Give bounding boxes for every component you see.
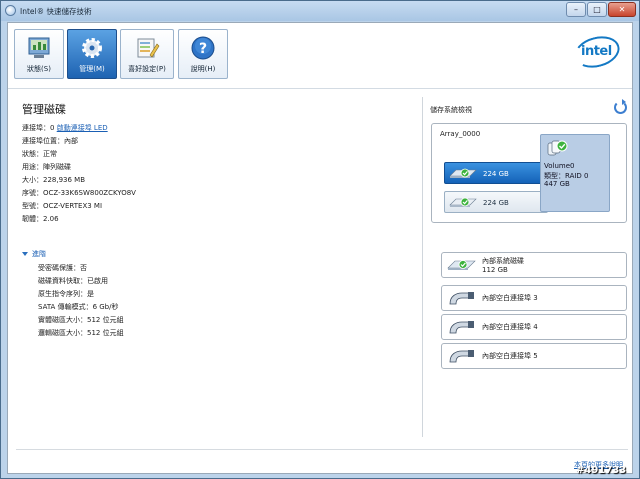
storage-view-panel: 儲存系統檢視 Array_0000 224 GB 224 GB Volume0 …	[428, 97, 628, 437]
property-firmware: 韌體：2.06	[22, 215, 59, 223]
maximize-button[interactable]: □	[587, 2, 607, 17]
tab-help[interactable]: ? 說明(H)	[178, 29, 228, 79]
sata-cable-icon	[449, 292, 474, 305]
collapse-triangle-icon	[22, 252, 28, 256]
app-window: Intel® 快速儲存技術 – □ ✕ 狀態(S) 管理(M) 喜好設定(P) …	[0, 0, 640, 479]
property-status: 狀態：正常	[22, 150, 57, 158]
advanced-sata-mode: SATA 傳輸模式：6 Gb/秒	[38, 303, 119, 311]
refresh-icon[interactable]	[614, 99, 627, 114]
array-disk-selected[interactable]: 224 GB	[444, 162, 548, 184]
tab-help-label: 說明(H)	[190, 65, 216, 73]
window-title: Intel® 快速儲存技術	[20, 7, 92, 16]
property-usage: 用途：陣列磁碟	[22, 163, 71, 171]
advanced-logical-sector: 邏輯磁區大小：512 位元組	[38, 329, 124, 337]
system-disk-item[interactable]: 內部系統磁碟 112 GB	[441, 252, 627, 278]
gear-icon	[82, 38, 102, 58]
array-disk-1-size: 224 GB	[483, 170, 509, 178]
system-disk-size: 112 GB	[482, 266, 508, 274]
disk-ok-icon	[449, 197, 477, 207]
property-serial: 序號：OCZ-33K6SW800ZCKYO8V	[22, 189, 136, 197]
disk-ok-icon	[449, 168, 477, 178]
watermark: #491733	[576, 465, 627, 476]
panel-divider	[422, 97, 423, 437]
volume-card[interactable]: Volume0 類型：RAID 0 447 GB	[540, 134, 610, 212]
port-property: 連接埠：0 啟動連接埠 LED	[22, 123, 108, 133]
system-disk-text: 內部系統磁碟 112 GB	[482, 257, 524, 275]
svg-text:?: ?	[199, 41, 207, 57]
array-disk-2-size: 224 GB	[483, 199, 509, 207]
tab-preferences[interactable]: 喜好設定(P)	[120, 29, 174, 79]
help-icon: ?	[191, 36, 215, 60]
intel-logo: intel	[570, 31, 624, 73]
preferences-icon	[137, 38, 160, 58]
port-label: 連接埠：0	[22, 124, 55, 132]
volume-size: 447 GB	[544, 180, 570, 188]
property-size: 大小：228,936 MB	[22, 176, 86, 184]
tab-status[interactable]: 狀態(S)	[14, 29, 64, 79]
tab-preferences-label: 喜好設定(P)	[128, 65, 166, 73]
volume-ok-icon	[547, 140, 568, 156]
advanced-ncq: 原生指令序列：是	[38, 290, 94, 298]
advanced-physical-sector: 實體磁區大小：512 位元組	[38, 316, 124, 324]
property-location: 連接埠位置：內部	[22, 137, 78, 145]
client-area: 狀態(S) 管理(M) 喜好設定(P) ? 說明(H) intel 管理磁碟 連…	[7, 22, 633, 474]
minimize-button[interactable]: –	[566, 2, 586, 17]
empty-port-4-item[interactable]: 內部空白連接埠 4	[441, 314, 627, 340]
disk-details-panel: 管理磁碟 連接埠：0 啟動連接埠 LED 連接埠位置：內部 狀態：正常 用途：陣…	[16, 97, 416, 457]
advanced-toggle[interactable]: 進階	[22, 249, 46, 259]
intel-logo-text: intel	[581, 44, 612, 59]
sata-cable-icon	[449, 350, 474, 363]
main-toolbar: 狀態(S) 管理(M) 喜好設定(P) ? 說明(H) intel	[8, 23, 632, 89]
tab-manage[interactable]: 管理(M)	[67, 29, 117, 79]
empty-port-5-item[interactable]: 內部空白連接埠 5	[441, 343, 627, 369]
storage-view-title: 儲存系統檢視	[430, 106, 472, 114]
empty-port-3-label: 內部空白連接埠 3	[482, 294, 538, 302]
status-icon	[28, 37, 50, 58]
empty-port-5-label: 內部空白連接埠 5	[482, 352, 538, 360]
disk-ok-icon	[447, 260, 476, 270]
property-model: 型號：OCZ-VERTEX3 MI	[22, 202, 103, 210]
empty-port-4-label: 內部空白連接埠 4	[482, 323, 538, 331]
sata-cable-icon	[449, 321, 474, 334]
title-bar[interactable]: Intel® 快速儲存技術 – □ ✕	[1, 1, 639, 21]
advanced-password: 受密碼保護：否	[38, 264, 87, 272]
system-disk-label: 內部系統磁碟	[482, 257, 524, 265]
activate-led-link[interactable]: 啟動連接埠 LED	[57, 124, 108, 132]
volume-name: Volume0	[544, 162, 575, 170]
tab-status-label: 狀態(S)	[27, 65, 51, 73]
empty-port-3-item[interactable]: 內部空白連接埠 3	[441, 285, 627, 311]
page-title: 管理磁碟	[22, 103, 66, 116]
app-icon	[5, 5, 16, 16]
advanced-cache: 磁碟資料快取：已啟用	[38, 277, 108, 285]
array-box[interactable]: Array_0000 224 GB 224 GB Volume0 類型：RAID…	[431, 123, 627, 223]
close-button[interactable]: ✕	[608, 2, 636, 17]
array-name: Array_0000	[440, 130, 481, 138]
tab-manage-label: 管理(M)	[79, 65, 105, 73]
footer-divider	[16, 449, 628, 450]
array-disk[interactable]: 224 GB	[444, 191, 548, 213]
advanced-label: 進階	[32, 250, 46, 258]
